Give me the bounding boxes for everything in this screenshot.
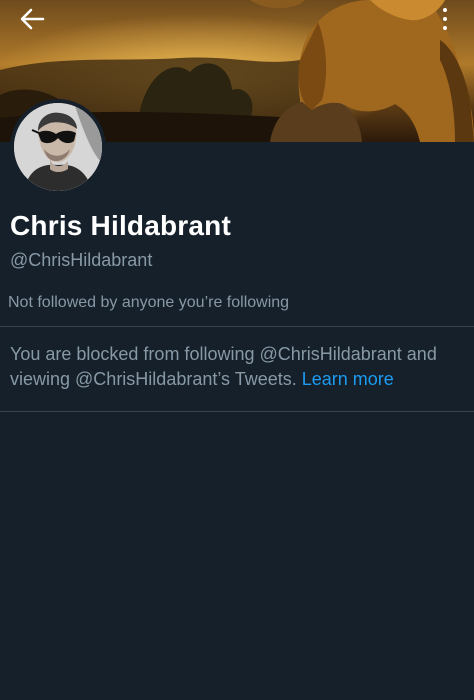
back-button[interactable] bbox=[14, 6, 50, 32]
profile-page: Chris Hildabrant @ChrisHildabrant Not fo… bbox=[0, 0, 474, 700]
blocked-notice: You are blocked from following @ChrisHil… bbox=[10, 342, 466, 392]
divider bbox=[0, 326, 474, 327]
arrow-left-icon bbox=[20, 8, 45, 30]
profile-avatar[interactable] bbox=[10, 99, 106, 195]
vertical-ellipsis-icon bbox=[443, 8, 447, 12]
username-handle: @ChrisHildabrant bbox=[10, 250, 153, 270]
vertical-ellipsis-icon-dot bbox=[443, 26, 447, 30]
followers-you-know[interactable]: Not followed by anyone you’re following bbox=[8, 294, 289, 312]
divider bbox=[0, 411, 474, 412]
learn-more-link[interactable]: Learn more bbox=[302, 369, 394, 389]
more-options-button[interactable] bbox=[438, 4, 452, 34]
vertical-ellipsis-icon-dot bbox=[443, 17, 447, 21]
display-name: Chris Hildabrant bbox=[10, 210, 232, 241]
